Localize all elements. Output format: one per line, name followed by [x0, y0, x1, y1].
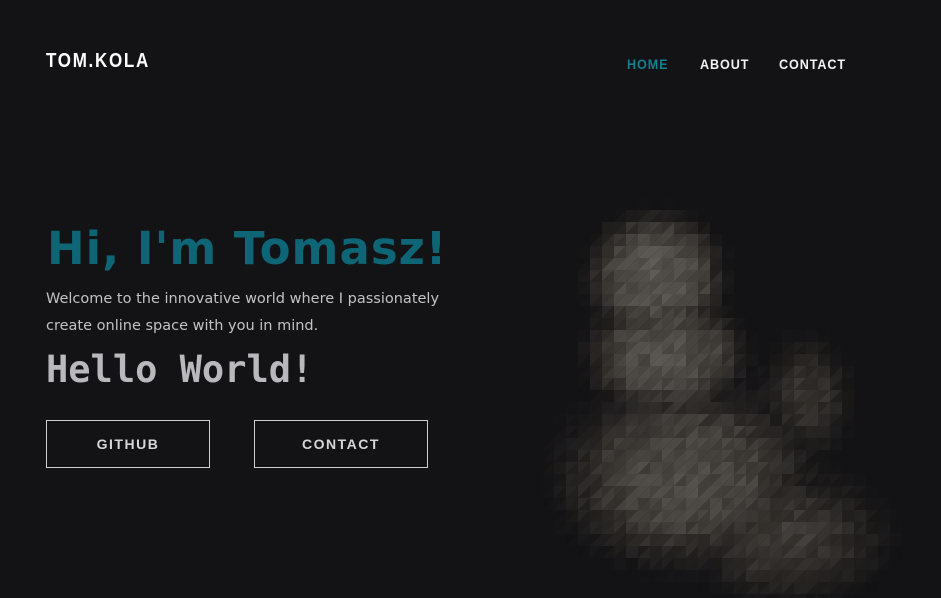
main-nav: HOME ABOUT CONTACT [0, 56, 941, 76]
hero-subtitle: Welcome to the innovative world where I … [46, 291, 440, 334]
low-poly-portrait-image [542, 198, 902, 598]
hello-world-text: Hello World! [46, 348, 314, 391]
contact-button[interactable]: CONTACT [254, 420, 428, 468]
nav-contact-link[interactable]: CONTACT [779, 56, 846, 72]
hero-title: Hi, I'm Tomasz! [47, 222, 448, 275]
nav-home-link[interactable]: HOME [627, 56, 668, 72]
nav-about-link[interactable]: ABOUT [700, 56, 749, 72]
github-button[interactable]: GITHUB [46, 420, 210, 468]
